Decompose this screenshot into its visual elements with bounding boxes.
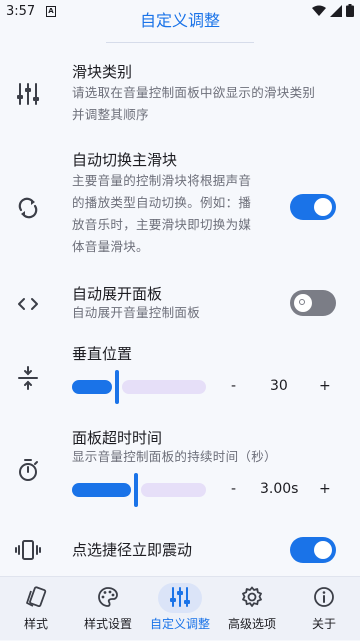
slider-inactive-track (141, 483, 206, 497)
auto-expand-desc: 自动展开音量控制面板 (72, 305, 201, 320)
nav-label: 高级选项 (227, 617, 276, 631)
sync-icon (18, 197, 38, 219)
vertical-position-row: 垂直位置 - 30 + (0, 342, 360, 404)
nav-item-advanced[interactable]: 高级选项 (216, 577, 288, 641)
slider-active-track (72, 483, 131, 497)
sliders-icon (17, 83, 39, 105)
slider-category-row[interactable]: 滑块类别 请选取在音量控制面板中欲显示的滑块类别 并调整其顺序 (0, 60, 360, 130)
nav-label: 关于 (311, 617, 336, 631)
nav-label: 自定义调整 (149, 617, 210, 631)
vertical-position-decrease-button[interactable]: - (231, 378, 236, 394)
slider-category-title: 滑块类别 (72, 63, 133, 81)
auto-expand-title: 自动展开面板 (72, 285, 163, 303)
haptic-shortcut-toggle[interactable] (290, 537, 336, 563)
toggle-knob (314, 198, 332, 216)
vibration-icon (15, 540, 41, 560)
toggle-knob (294, 294, 312, 312)
auto-switch-desc-line1: 主要音量的控制滑块将根据声音 (72, 173, 252, 188)
panel-timeout-value: 3.00s (260, 481, 299, 497)
vertical-position-slider[interactable] (72, 370, 206, 404)
vertical-position-increase-button[interactable]: + (319, 378, 331, 394)
panel-timeout-decrease-button[interactable]: - (231, 481, 236, 497)
settings-gear-icon (242, 586, 262, 607)
auto-switch-desc-line4: 体音量滑块。 (72, 239, 149, 254)
panel-timeout-increase-button[interactable]: + (319, 481, 331, 497)
slider-category-desc-line2: 并调整其顺序 (72, 107, 149, 122)
slider-thumb[interactable] (115, 370, 119, 404)
slider-active-track (72, 380, 112, 394)
nav-label: 样式 (23, 617, 48, 631)
timer-icon (19, 459, 38, 481)
haptic-shortcut-row[interactable]: 点选捷径立即震动 (0, 536, 360, 566)
auto-switch-title: 自动切换主滑块 (72, 151, 178, 169)
slider-category-desc-line1: 请选取在音量控制面板中欲显示的滑块类别 (72, 85, 316, 100)
auto-switch-toggle[interactable] (290, 194, 336, 220)
nav-label: 样式设置 (83, 617, 132, 631)
vertical-position-value: 30 (270, 378, 288, 394)
style-cards-icon (26, 586, 47, 608)
auto-expand-row[interactable]: 自动展开面板 自动展开音量控制面板 (0, 284, 360, 328)
title-divider (106, 42, 254, 43)
auto-switch-desc-line3: 放音乐时，主要滑块即切换为媒 (72, 217, 252, 232)
slider-thumb[interactable] (134, 473, 138, 507)
vertical-align-center-icon (18, 366, 38, 390)
toggle-knob (314, 541, 332, 559)
nav-item-about[interactable]: 关于 (288, 577, 360, 641)
info-icon (314, 587, 334, 607)
auto-switch-desc-line2: 的播放类型自动切换。例如：播 (72, 195, 252, 210)
auto-switch-row[interactable]: 自动切换主滑块 主要音量的控制滑块将根据声音 的播放类型自动切换。例如：播 放音… (0, 148, 360, 268)
top-bar: 自定义调整 (0, 8, 360, 43)
auto-expand-toggle[interactable] (290, 290, 336, 316)
panel-timeout-slider[interactable] (72, 473, 206, 507)
code-brackets-icon (18, 298, 38, 310)
palette-icon (98, 587, 118, 607)
nav-item-style-settings[interactable]: 样式设置 (72, 577, 144, 641)
page-title: 自定义调整 (139, 11, 220, 30)
nav-item-style[interactable]: 样式 (0, 577, 72, 641)
slider-inactive-track (122, 380, 206, 394)
nav-item-custom-adjust[interactable]: 自定义调整 (144, 577, 216, 641)
haptic-shortcut-title: 点选捷径立即震动 (72, 541, 193, 559)
tune-sliders-icon (170, 587, 190, 607)
panel-timeout-row: 面板超时时间 显示音量控制面板的持续时间（秒） - 3.00s + (0, 426, 360, 507)
panel-timeout-title: 面板超时时间 (72, 429, 163, 447)
bottom-navigation: 样式 样式设置 自定义调整 高级选项 关于 (0, 576, 360, 640)
panel-timeout-desc: 显示音量控制面板的持续时间（秒） (72, 449, 277, 464)
vertical-position-title: 垂直位置 (72, 345, 133, 363)
